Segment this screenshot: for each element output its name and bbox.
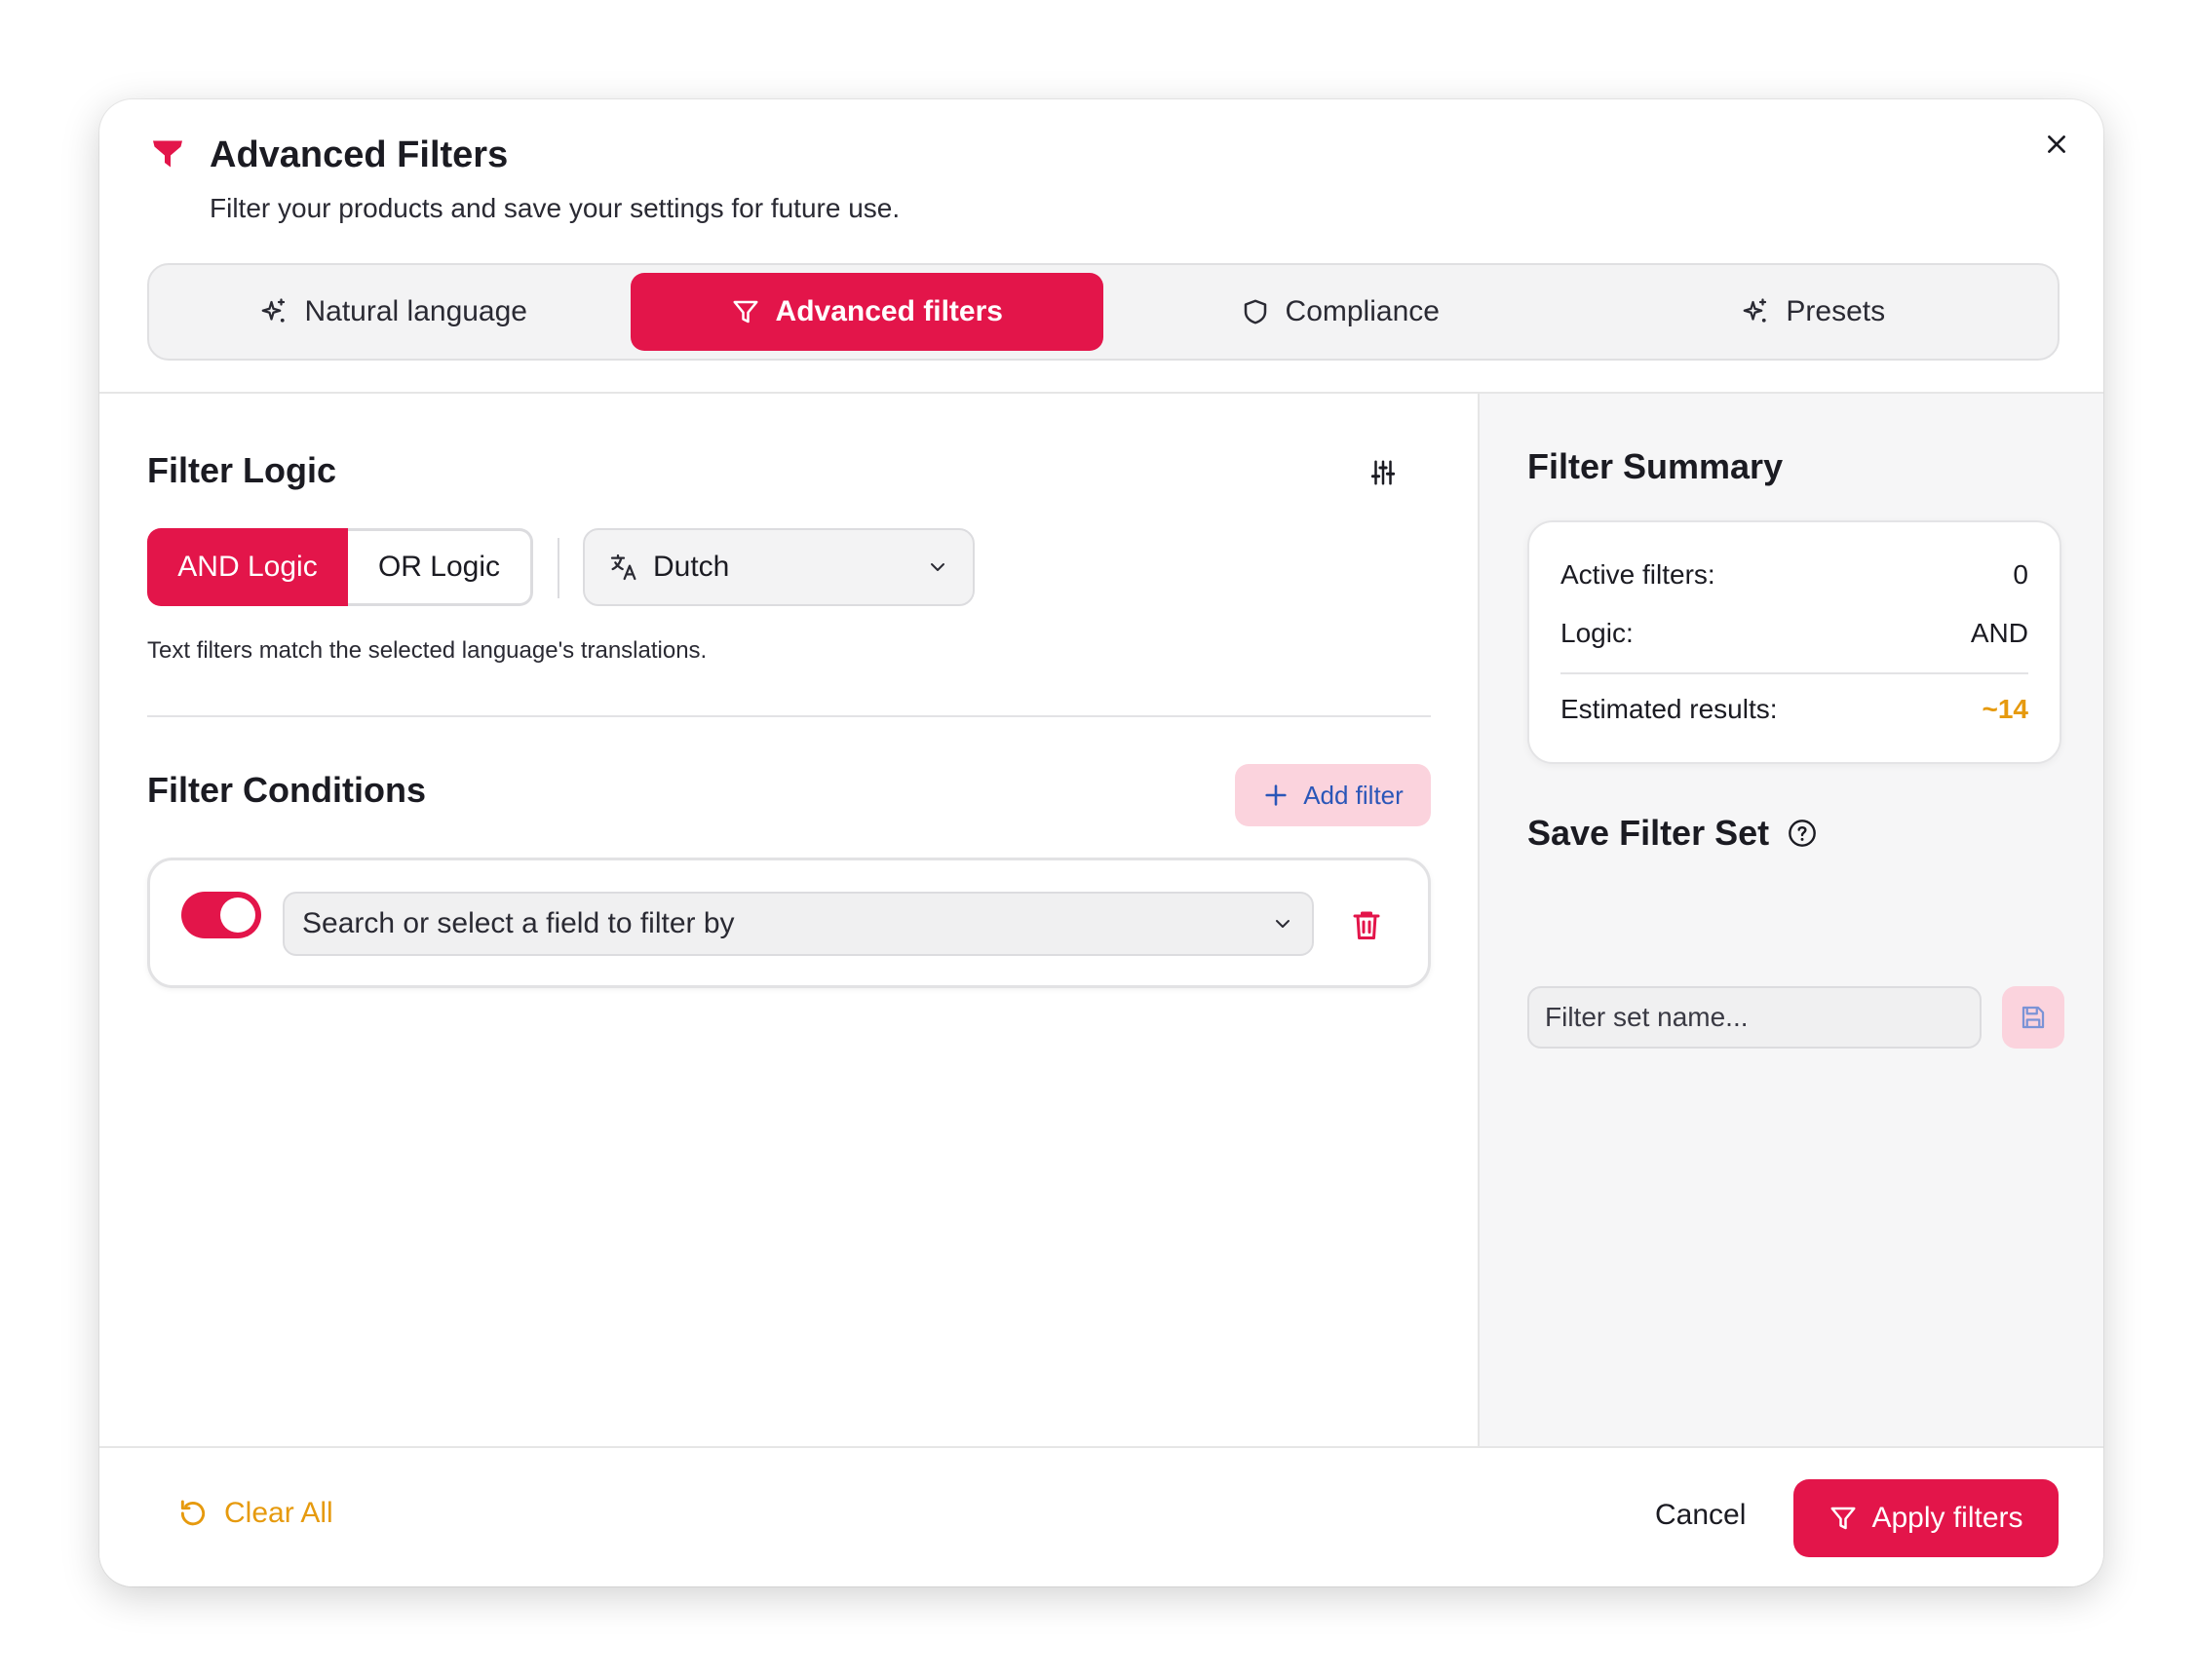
field-select[interactable]: Search or select a field to filter by bbox=[283, 892, 1314, 956]
summary-value: AND bbox=[1970, 618, 2028, 648]
close-button[interactable] bbox=[2037, 125, 2076, 164]
filter-summary-title: Filter Summary bbox=[1527, 446, 1784, 486]
or-logic-button[interactable]: OR Logic bbox=[348, 528, 533, 606]
chevron-down-icon bbox=[931, 563, 944, 571]
chevron-down-icon bbox=[1276, 920, 1290, 928]
filter-enabled-toggle[interactable] bbox=[181, 892, 261, 938]
dialog-subtitle: Filter your products and save your setti… bbox=[210, 193, 901, 223]
tab-advanced-filters[interactable]: Advanced filters bbox=[630, 273, 1103, 351]
save-filter-set-heading: Save Filter Set bbox=[1527, 813, 1818, 854]
and-logic-button[interactable]: AND Logic bbox=[147, 528, 348, 606]
summary-value: 0 bbox=[2013, 559, 2028, 590]
tab-bar: Natural language Advanced filters Compli… bbox=[147, 263, 2060, 361]
filter-logic-title: Filter Logic bbox=[147, 450, 337, 490]
logic-toggle-group: AND Logic OR Logic bbox=[147, 528, 533, 606]
tab-label: Advanced filters bbox=[775, 295, 1003, 327]
language-value: Dutch bbox=[653, 551, 730, 583]
summary-label: Estimated results: bbox=[1560, 694, 1778, 724]
field-select-placeholder: Search or select a field to filter by bbox=[302, 907, 735, 939]
tab-label: Compliance bbox=[1285, 295, 1440, 327]
dialog-footer: Clear All Cancel Apply filters bbox=[99, 1446, 2103, 1586]
filter-editor-panel: Filter Logic AND Logic OR Logic Dutch Te… bbox=[99, 394, 1478, 1446]
save-filter-set-button[interactable] bbox=[2002, 986, 2064, 1049]
filter-conditions-title: Filter Conditions bbox=[147, 770, 426, 810]
clear-all-label: Clear All bbox=[224, 1497, 333, 1529]
divider bbox=[1560, 672, 2028, 674]
summary-panel: Filter Summary Active filters: 0 Logic: … bbox=[1478, 394, 2103, 1446]
sparkles-icon bbox=[262, 298, 286, 323]
save-icon bbox=[2022, 1006, 2045, 1029]
shield-icon bbox=[1244, 299, 1266, 325]
filter-set-name-input[interactable] bbox=[1527, 986, 1982, 1049]
add-filter-button[interactable]: Add filter bbox=[1235, 764, 1431, 826]
plus-icon bbox=[1265, 784, 1287, 806]
sparkles-icon bbox=[1744, 298, 1767, 323]
funnel-icon bbox=[733, 300, 758, 324]
divider bbox=[147, 715, 1431, 717]
filter-condition-row: Search or select a field to filter by bbox=[147, 858, 1431, 988]
language-hint: Text filters match the selected language… bbox=[147, 637, 708, 664]
apply-filters-button[interactable]: Apply filters bbox=[1793, 1479, 2059, 1557]
tab-compliance[interactable]: Compliance bbox=[1103, 273, 1577, 351]
summary-row-estimated: Estimated results: ~14 bbox=[1560, 694, 2028, 725]
estimated-results-value: ~14 bbox=[1982, 694, 2029, 724]
language-select[interactable]: Dutch bbox=[583, 528, 975, 606]
summary-label: Active filters: bbox=[1560, 559, 1715, 590]
summary-card: Active filters: 0 Logic: AND Estimated r… bbox=[1527, 520, 2061, 764]
cancel-button[interactable]: Cancel bbox=[1655, 1499, 1746, 1532]
dialog-title: Advanced Filters bbox=[210, 134, 509, 175]
summary-row-logic: Logic: AND bbox=[1560, 618, 2028, 649]
dialog-header: Advanced Filters Filter your products an… bbox=[99, 99, 2103, 394]
advanced-filters-dialog: Advanced Filters Filter your products an… bbox=[99, 99, 2103, 1586]
reset-icon bbox=[180, 1500, 206, 1526]
clear-all-button[interactable]: Clear All bbox=[177, 1497, 333, 1530]
trash-icon[interactable] bbox=[1349, 905, 1384, 944]
help-circle-icon[interactable] bbox=[1787, 818, 1818, 849]
summary-row-active: Active filters: 0 bbox=[1560, 559, 2028, 591]
divider bbox=[558, 538, 559, 598]
sliders-icon[interactable] bbox=[1368, 458, 1398, 487]
funnel-icon bbox=[153, 140, 182, 168]
apply-filters-label: Apply filters bbox=[1871, 1502, 2023, 1534]
translate-icon bbox=[610, 554, 636, 581]
tab-presets[interactable]: Presets bbox=[1577, 273, 2051, 351]
toggle-knob bbox=[220, 897, 255, 933]
save-filter-set-title: Save Filter Set bbox=[1527, 813, 1770, 853]
tab-label: Natural language bbox=[304, 295, 527, 327]
tab-label: Presets bbox=[1786, 295, 1886, 327]
close-icon bbox=[2048, 135, 2065, 153]
summary-label: Logic: bbox=[1560, 618, 1634, 648]
funnel-icon bbox=[1830, 1507, 1856, 1530]
add-filter-label: Add filter bbox=[1303, 780, 1404, 810]
tab-natural-language[interactable]: Natural language bbox=[157, 273, 631, 351]
